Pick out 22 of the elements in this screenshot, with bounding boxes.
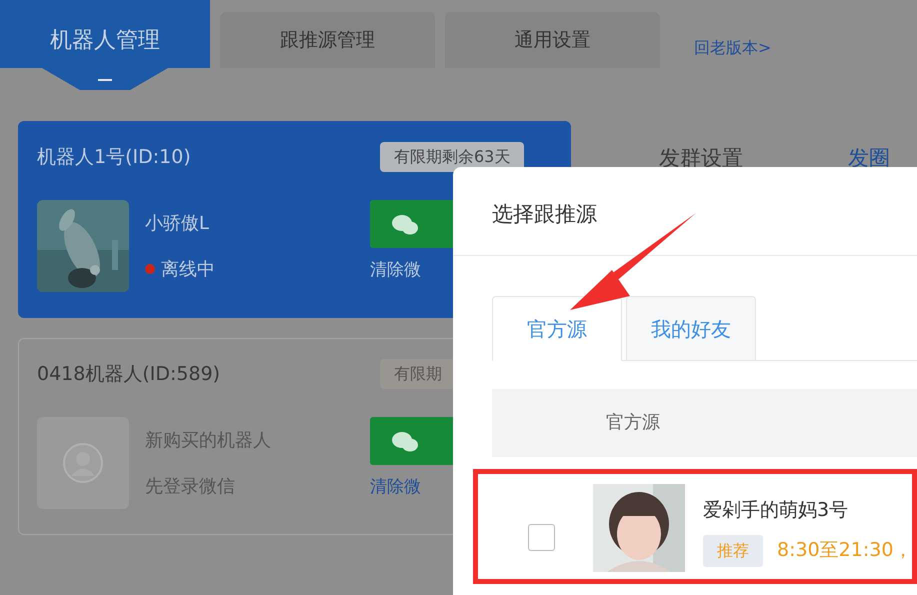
schedule-text: 8:30至21:30， xyxy=(777,538,912,564)
source-name: 爱剁手的萌妈3号 xyxy=(703,498,850,523)
robot-title: 0418机器人(ID:589) xyxy=(37,362,222,387)
expiry-badge: 有限期 xyxy=(380,359,456,389)
source-tab[interactable]: 官方源 xyxy=(492,296,622,361)
robot-title: 机器人1号(ID:10) xyxy=(37,144,192,170)
status-text: 离线中 xyxy=(161,258,215,282)
expiry-badge: 有限期剩余63天 xyxy=(380,142,524,172)
column-header: 官方源 xyxy=(492,389,917,457)
robot-nickname: 先登录微信 xyxy=(145,474,236,498)
robot-nickname: 小骄傲L xyxy=(145,212,210,236)
nav-tab[interactable]: 机器人管理 xyxy=(0,0,210,90)
robot-nickname: 新购买的机器人 xyxy=(145,428,272,452)
status-dot xyxy=(145,264,155,274)
source-tab[interactable]: 我的好友 xyxy=(626,296,756,361)
recommend-tag: 推荐 xyxy=(703,534,763,566)
chat-icon xyxy=(392,214,418,235)
checkbox[interactable] xyxy=(528,524,555,551)
old-version-link[interactable]: 回老版本> xyxy=(694,36,772,60)
nav-tab[interactable]: 通用设置 xyxy=(445,12,660,68)
chat-icon xyxy=(392,432,418,452)
nav-tab[interactable]: 跟推源管理 xyxy=(220,12,435,68)
